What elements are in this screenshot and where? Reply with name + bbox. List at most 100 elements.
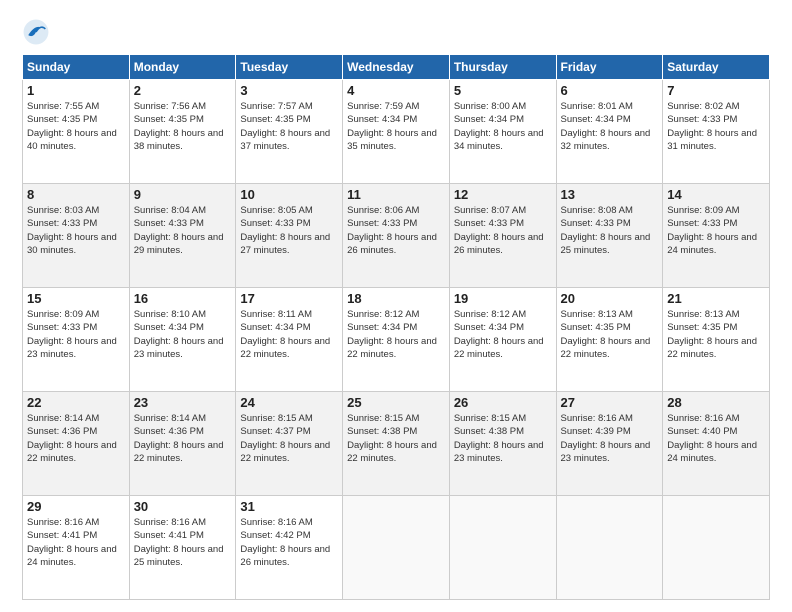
day-number: 19 — [454, 291, 552, 306]
calendar-cell: 16 Sunrise: 8:10 AMSunset: 4:34 PMDayligh… — [129, 288, 236, 392]
calendar-cell: 15 Sunrise: 8:09 AMSunset: 4:33 PMDayligh… — [23, 288, 130, 392]
calendar-cell: 21Sunrise: 8:13 AMSunset: 4:35 PMDayligh… — [663, 288, 770, 392]
day-number: 4 — [347, 83, 445, 98]
calendar-cell: 22 Sunrise: 8:14 AMSunset: 4:36 PMDayligh… — [23, 392, 130, 496]
calendar-body: 1Sunrise: 7:55 AMSunset: 4:35 PMDaylight… — [23, 80, 770, 600]
calendar-cell: 5 Sunrise: 8:00 AMSunset: 4:34 PMDaylight… — [449, 80, 556, 184]
day-number: 28 — [667, 395, 765, 410]
calendar-cell: 14 Sunrise: 8:09 AMSunset: 4:33 PMDayligh… — [663, 184, 770, 288]
calendar-table: SundayMondayTuesdayWednesdayThursdayFrid… — [22, 54, 770, 600]
calendar-cell: 8Sunrise: 8:03 AMSunset: 4:33 PMDaylight… — [23, 184, 130, 288]
calendar-cell — [663, 496, 770, 600]
day-number: 11 — [347, 187, 445, 202]
page: SundayMondayTuesdayWednesdayThursdayFrid… — [0, 0, 792, 612]
day-number: 26 — [454, 395, 552, 410]
calendar-cell: 25Sunrise: 8:15 AMSunset: 4:38 PMDayligh… — [343, 392, 450, 496]
col-header-wednesday: Wednesday — [343, 55, 450, 80]
day-number: 22 — [27, 395, 125, 410]
day-info: Sunrise: 8:14 AMSunset: 4:36 PMDaylight:… — [27, 412, 125, 465]
calendar-cell: 19 Sunrise: 8:12 AMSunset: 4:34 PMDayligh… — [449, 288, 556, 392]
calendar-cell: 20 Sunrise: 8:13 AMSunset: 4:35 PMDayligh… — [556, 288, 663, 392]
calendar-cell: 4 Sunrise: 7:59 AMSunset: 4:34 PMDaylight… — [343, 80, 450, 184]
day-info: Sunrise: 8:15 AMSunset: 4:38 PMDaylight:… — [347, 412, 445, 465]
day-info: Sunrise: 8:00 AMSunset: 4:34 PMDaylight:… — [454, 100, 552, 153]
day-number: 5 — [454, 83, 552, 98]
day-info: Sunrise: 8:12 AMSunset: 4:34 PMDaylight:… — [454, 308, 552, 361]
day-info: Sunrise: 7:59 AMSunset: 4:34 PMDaylight:… — [347, 100, 445, 153]
col-header-thursday: Thursday — [449, 55, 556, 80]
day-info: Sunrise: 8:04 AMSunset: 4:33 PMDaylight:… — [134, 204, 232, 257]
day-number: 21 — [667, 291, 765, 306]
day-number: 6 — [561, 83, 659, 98]
day-info: Sunrise: 8:16 AMSunset: 4:39 PMDaylight:… — [561, 412, 659, 465]
day-number: 14 — [667, 187, 765, 202]
day-info: Sunrise: 8:06 AMSunset: 4:33 PMDaylight:… — [347, 204, 445, 257]
day-info: Sunrise: 8:07 AMSunset: 4:33 PMDaylight:… — [454, 204, 552, 257]
calendar-cell: 10 Sunrise: 8:05 AMSunset: 4:33 PMDayligh… — [236, 184, 343, 288]
day-number: 10 — [240, 187, 338, 202]
calendar-week-1: 1Sunrise: 7:55 AMSunset: 4:35 PMDaylight… — [23, 80, 770, 184]
day-number: 18 — [347, 291, 445, 306]
calendar-cell: 11 Sunrise: 8:06 AMSunset: 4:33 PMDayligh… — [343, 184, 450, 288]
calendar-cell — [449, 496, 556, 600]
day-info: Sunrise: 8:09 AMSunset: 4:33 PMDaylight:… — [27, 308, 125, 361]
calendar-cell: 13 Sunrise: 8:08 AMSunset: 4:33 PMDayligh… — [556, 184, 663, 288]
day-number: 15 — [27, 291, 125, 306]
calendar-cell: 1Sunrise: 7:55 AMSunset: 4:35 PMDaylight… — [23, 80, 130, 184]
calendar-week-5: 29 Sunrise: 8:16 AMSunset: 4:41 PMDayligh… — [23, 496, 770, 600]
day-info: Sunrise: 8:15 AMSunset: 4:37 PMDaylight:… — [240, 412, 338, 465]
day-number: 29 — [27, 499, 125, 514]
day-info: Sunrise: 8:10 AMSunset: 4:34 PMDaylight:… — [134, 308, 232, 361]
day-number: 27 — [561, 395, 659, 410]
day-number: 30 — [134, 499, 232, 514]
logo-icon — [22, 18, 50, 46]
col-header-monday: Monday — [129, 55, 236, 80]
day-number: 16 — [134, 291, 232, 306]
day-number: 20 — [561, 291, 659, 306]
calendar-cell: 9Sunrise: 8:04 AMSunset: 4:33 PMDaylight… — [129, 184, 236, 288]
day-info: Sunrise: 7:56 AMSunset: 4:35 PMDaylight:… — [134, 100, 232, 153]
calendar-cell: 29 Sunrise: 8:16 AMSunset: 4:41 PMDayligh… — [23, 496, 130, 600]
day-number: 1 — [27, 83, 125, 98]
day-info: Sunrise: 7:57 AMSunset: 4:35 PMDaylight:… — [240, 100, 338, 153]
calendar-week-2: 8Sunrise: 8:03 AMSunset: 4:33 PMDaylight… — [23, 184, 770, 288]
day-info: Sunrise: 8:01 AMSunset: 4:34 PMDaylight:… — [561, 100, 659, 153]
day-number: 17 — [240, 291, 338, 306]
calendar-cell: 18Sunrise: 8:12 AMSunset: 4:34 PMDayligh… — [343, 288, 450, 392]
calendar-cell — [343, 496, 450, 600]
col-header-saturday: Saturday — [663, 55, 770, 80]
day-info: Sunrise: 8:05 AMSunset: 4:33 PMDaylight:… — [240, 204, 338, 257]
day-number: 24 — [240, 395, 338, 410]
day-info: Sunrise: 8:16 AMSunset: 4:41 PMDaylight:… — [27, 516, 125, 569]
calendar-week-3: 15 Sunrise: 8:09 AMSunset: 4:33 PMDayligh… — [23, 288, 770, 392]
calendar-cell: 28 Sunrise: 8:16 AMSunset: 4:40 PMDayligh… — [663, 392, 770, 496]
col-header-sunday: Sunday — [23, 55, 130, 80]
day-info: Sunrise: 8:08 AMSunset: 4:33 PMDaylight:… — [561, 204, 659, 257]
calendar-cell: 27 Sunrise: 8:16 AMSunset: 4:39 PMDayligh… — [556, 392, 663, 496]
calendar-week-4: 22 Sunrise: 8:14 AMSunset: 4:36 PMDayligh… — [23, 392, 770, 496]
header — [22, 18, 770, 46]
calendar-cell: 17 Sunrise: 8:11 AMSunset: 4:34 PMDayligh… — [236, 288, 343, 392]
calendar-cell: 2 Sunrise: 7:56 AMSunset: 4:35 PMDaylight… — [129, 80, 236, 184]
calendar-cell: 24 Sunrise: 8:15 AMSunset: 4:37 PMDayligh… — [236, 392, 343, 496]
day-number: 3 — [240, 83, 338, 98]
col-header-tuesday: Tuesday — [236, 55, 343, 80]
day-number: 2 — [134, 83, 232, 98]
calendar-cell: 30Sunrise: 8:16 AMSunset: 4:41 PMDayligh… — [129, 496, 236, 600]
day-info: Sunrise: 8:02 AMSunset: 4:33 PMDaylight:… — [667, 100, 765, 153]
calendar-cell: 3 Sunrise: 7:57 AMSunset: 4:35 PMDaylight… — [236, 80, 343, 184]
day-info: Sunrise: 8:03 AMSunset: 4:33 PMDaylight:… — [27, 204, 125, 257]
calendar-cell: 26 Sunrise: 8:15 AMSunset: 4:38 PMDayligh… — [449, 392, 556, 496]
day-number: 23 — [134, 395, 232, 410]
day-number: 12 — [454, 187, 552, 202]
day-info: Sunrise: 8:14 AMSunset: 4:36 PMDaylight:… — [134, 412, 232, 465]
day-info: Sunrise: 8:09 AMSunset: 4:33 PMDaylight:… — [667, 204, 765, 257]
day-number: 13 — [561, 187, 659, 202]
day-info: Sunrise: 8:16 AMSunset: 4:42 PMDaylight:… — [240, 516, 338, 569]
day-info: Sunrise: 8:16 AMSunset: 4:40 PMDaylight:… — [667, 412, 765, 465]
calendar-header-row: SundayMondayTuesdayWednesdayThursdayFrid… — [23, 55, 770, 80]
calendar-cell: 6 Sunrise: 8:01 AMSunset: 4:34 PMDaylight… — [556, 80, 663, 184]
day-info: Sunrise: 8:13 AMSunset: 4:35 PMDaylight:… — [561, 308, 659, 361]
day-info: Sunrise: 8:11 AMSunset: 4:34 PMDaylight:… — [240, 308, 338, 361]
day-info: Sunrise: 8:15 AMSunset: 4:38 PMDaylight:… — [454, 412, 552, 465]
